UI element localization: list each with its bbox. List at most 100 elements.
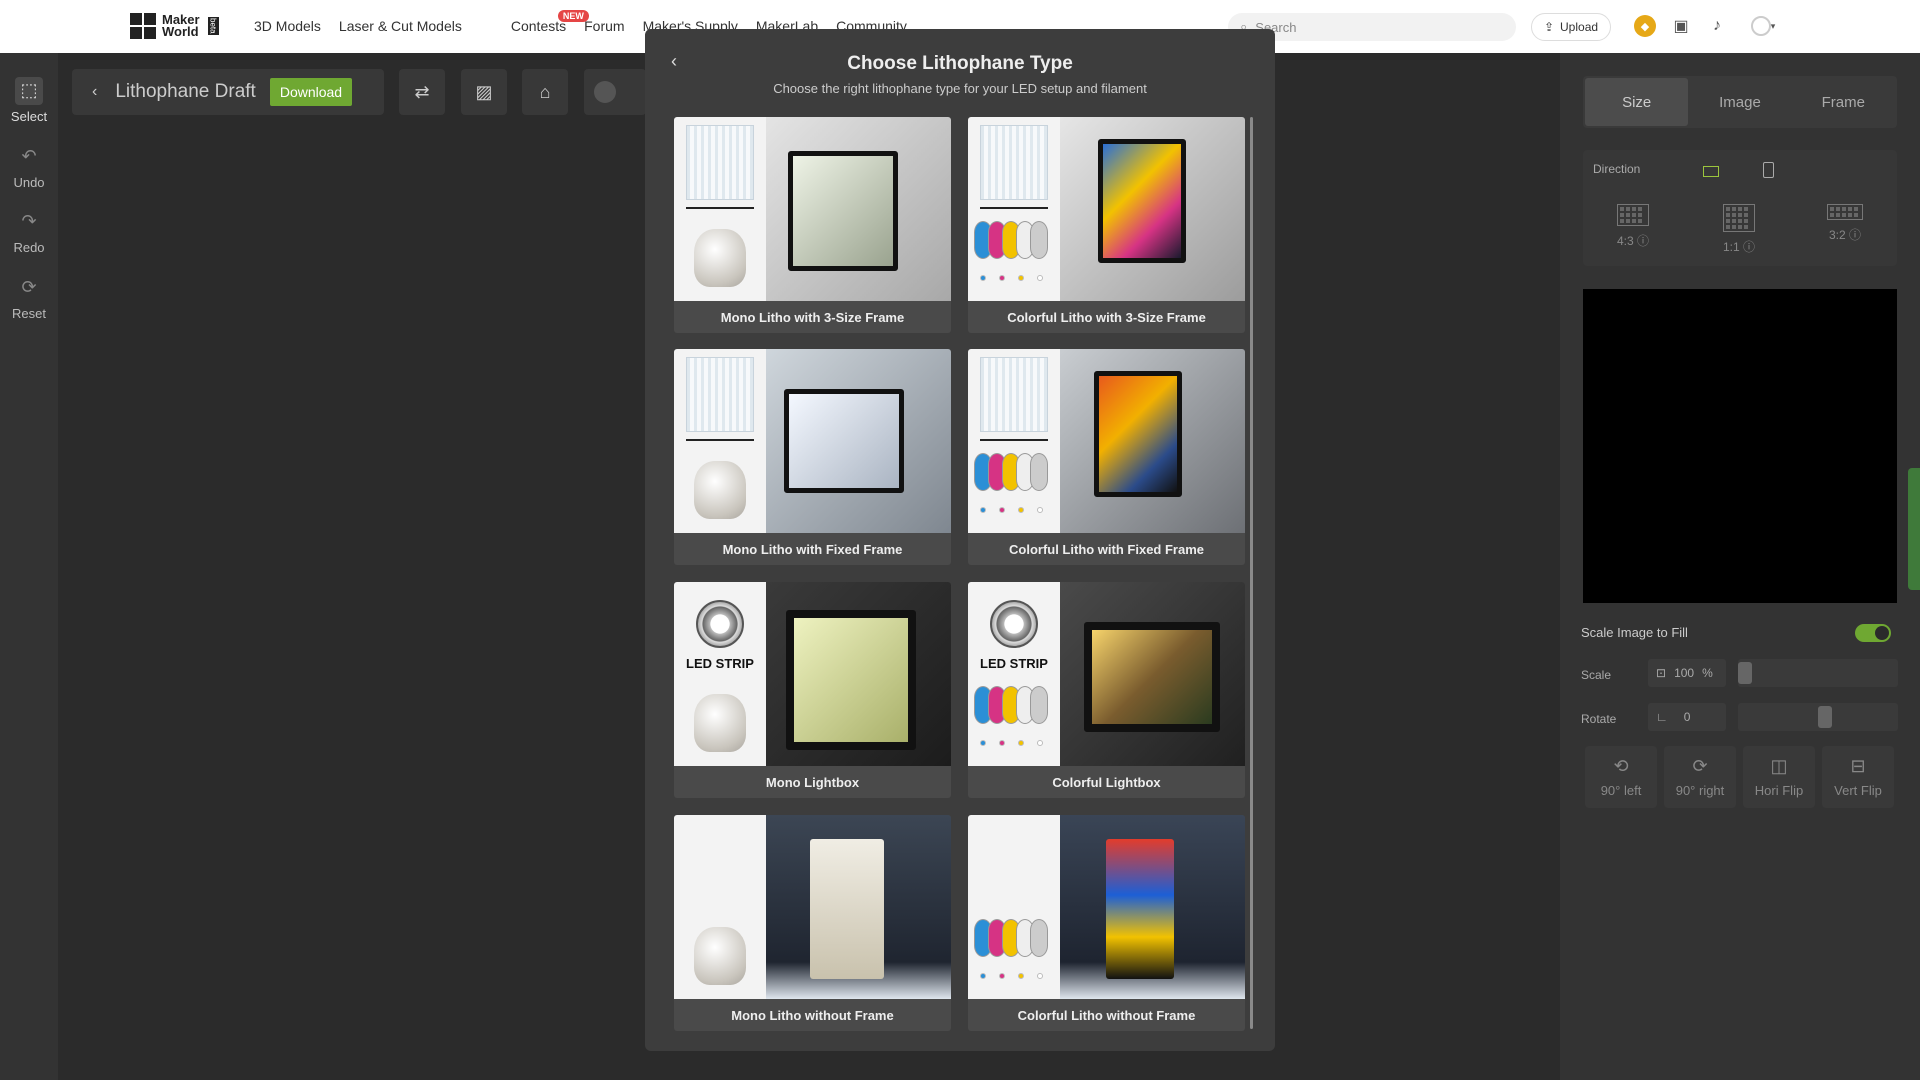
notification-bell-icon[interactable]: ♪ xyxy=(1706,15,1728,37)
tool-select[interactable]: ⬚ Select xyxy=(0,70,58,130)
tool-reset[interactable]: ⟳ Reset xyxy=(0,267,58,327)
tool-undo-label: Undo xyxy=(13,174,45,190)
nav-forum[interactable]: Forum xyxy=(584,18,624,34)
card-thumbnail-column: LED STRIP xyxy=(968,582,1060,766)
nav-laser-cut-label: Laser & Cut Models xyxy=(338,18,462,34)
divider xyxy=(980,439,1048,441)
landscape-icon[interactable] xyxy=(1703,166,1719,177)
nav-contests[interactable]: Contests xyxy=(511,18,566,34)
portrait-icon[interactable] xyxy=(1763,162,1774,178)
resize-icon: ⊡ xyxy=(1656,666,1667,680)
rotate-value: 0 xyxy=(1683,710,1691,724)
draft-bar: ‹ Lithophane Draft Download xyxy=(72,69,384,115)
points-icon[interactable]: ◆ xyxy=(1634,15,1656,37)
scale-input[interactable]: ⊡ 100 % xyxy=(1648,659,1726,687)
view-toggle-button[interactable] xyxy=(584,69,646,115)
hori-flip-icon: ◫ xyxy=(1770,756,1788,776)
vert-flip-icon: ⊟ xyxy=(1850,756,1866,776)
rotate-right-button[interactable]: ⟳ 90° right xyxy=(1664,746,1736,808)
lithophane-card[interactable]: Colorful Litho without Frame xyxy=(968,815,1245,1031)
lithophane-frame-image xyxy=(784,389,904,493)
lithophane-card[interactable]: LED STRIP Colorful Lightbox xyxy=(968,582,1245,798)
lithophane-frame-image xyxy=(786,610,916,750)
card-image xyxy=(674,815,951,999)
lithophane-frame-image xyxy=(1106,839,1174,979)
hori-flip-button[interactable]: ◫ Hori Flip xyxy=(1743,746,1815,808)
direction-label: Direction xyxy=(1593,162,1641,176)
card-label: Colorful Litho with 3-Size Frame xyxy=(1007,309,1206,325)
ratio-3-2[interactable]: 3:2 ⓘ xyxy=(1815,204,1875,243)
hori-flip-label: Hori Flip xyxy=(1754,783,1804,798)
scale-unit: % xyxy=(1702,666,1713,680)
lithophane-card[interactable]: Mono Litho without Frame xyxy=(674,815,951,1031)
product-photo xyxy=(1060,117,1245,301)
rotate-right-label: 90° right xyxy=(1675,783,1725,798)
reset-icon: ⟳ xyxy=(21,277,37,297)
direction-section: Direction 4:3 ⓘ 1:1 ⓘ 3:2 ⓘ xyxy=(1583,150,1897,266)
tab-frame[interactable]: Frame xyxy=(1792,78,1895,126)
rotate-slider[interactable] xyxy=(1738,703,1898,731)
image-icon: ▨ xyxy=(475,81,493,102)
lithophane-panel-icon xyxy=(980,125,1048,200)
lithophane-frame-image xyxy=(788,151,898,271)
rotate-label: Rotate xyxy=(1581,712,1617,726)
avatar[interactable]: ▾ xyxy=(1745,15,1781,37)
lithophane-frame-image xyxy=(810,839,884,979)
scale-value: 100 xyxy=(1674,666,1695,680)
lithophane-card[interactable]: LED STRIP Mono Lightbox xyxy=(674,582,951,798)
card-image xyxy=(968,117,1245,301)
lithophane-card[interactable]: Colorful Litho with 3-Size Frame xyxy=(968,117,1245,333)
info-icon: ⓘ xyxy=(1849,228,1862,242)
cmyw-filament-spools-icon xyxy=(974,453,1054,493)
card-image xyxy=(674,349,951,533)
scale-slider[interactable] xyxy=(1738,659,1898,687)
tool-undo[interactable]: ↶ Undo xyxy=(0,136,58,196)
cart-button[interactable]: ⌂ xyxy=(522,69,568,115)
slider-thumb[interactable] xyxy=(1818,706,1832,728)
ratio-label: 4:3 xyxy=(1616,234,1634,248)
color-dots xyxy=(980,973,1043,979)
lithophane-card[interactable]: Colorful Litho with Fixed Frame xyxy=(968,349,1245,565)
ratio-4-3[interactable]: 4:3 ⓘ xyxy=(1603,204,1663,249)
ratio-1-1[interactable]: 1:1 ⓘ xyxy=(1709,204,1769,255)
rotate-left-button[interactable]: ⟲ 90° left xyxy=(1585,746,1657,808)
rotate-input[interactable]: ∟ 0 xyxy=(1648,703,1726,731)
makerworld-logo[interactable]: Maker World beta xyxy=(130,13,219,39)
upload-icon: ⇪ xyxy=(1543,20,1555,34)
nav-3d-models[interactable]: 3D Models xyxy=(254,18,321,34)
slider-thumb[interactable] xyxy=(1738,662,1752,684)
card-image xyxy=(968,815,1245,999)
draft-title: Lithophane Draft xyxy=(115,81,256,102)
product-photo xyxy=(766,582,951,766)
tab-size[interactable]: Size xyxy=(1585,78,1689,126)
feedback-tab[interactable] xyxy=(1908,468,1920,590)
upload-label: Upload xyxy=(1560,20,1599,34)
image-button[interactable]: ▨ xyxy=(461,69,507,115)
upload-button[interactable]: ⇪ Upload xyxy=(1531,13,1611,41)
tab-image[interactable]: Image xyxy=(1688,78,1791,126)
beta-badge: beta xyxy=(207,17,219,35)
swap-button[interactable]: ⇄ xyxy=(399,69,445,115)
rotate-left-label: 90° left xyxy=(1600,783,1642,798)
lithophane-card[interactable]: Mono Litho with Fixed Frame xyxy=(674,349,951,565)
card-thumbnail-column xyxy=(674,117,766,301)
dialog-scrollbar[interactable] xyxy=(1250,117,1253,1029)
ratio-label: 3:2 xyxy=(1828,228,1846,242)
divider xyxy=(686,207,754,209)
cmyw-filament-spools-icon xyxy=(974,221,1054,261)
scale-fill-toggle[interactable] xyxy=(1855,624,1891,642)
nav-laser-cut-models[interactable]: Laser & Cut ModelsNEW xyxy=(338,10,589,34)
download-button[interactable]: Download xyxy=(269,78,353,106)
tool-redo[interactable]: ↷ Redo xyxy=(0,201,58,261)
dialog-subtitle: Choose the right lithophane type for you… xyxy=(773,81,1147,96)
lithophane-card[interactable]: Mono Litho with 3-Size Frame xyxy=(674,117,951,333)
back-arrow-icon[interactable]: ‹ xyxy=(92,83,97,101)
product-photo xyxy=(1060,349,1245,533)
message-icon[interactable]: ▣ xyxy=(1670,15,1692,37)
angle-icon: ∟ xyxy=(1656,710,1668,724)
ratio-label: 1:1 xyxy=(1722,240,1740,254)
card-thumbnail-column xyxy=(674,815,766,999)
white-filament-vase-icon xyxy=(694,229,746,287)
led-strip-icon xyxy=(990,600,1038,648)
vert-flip-button[interactable]: ⊟ Vert Flip xyxy=(1822,746,1894,808)
